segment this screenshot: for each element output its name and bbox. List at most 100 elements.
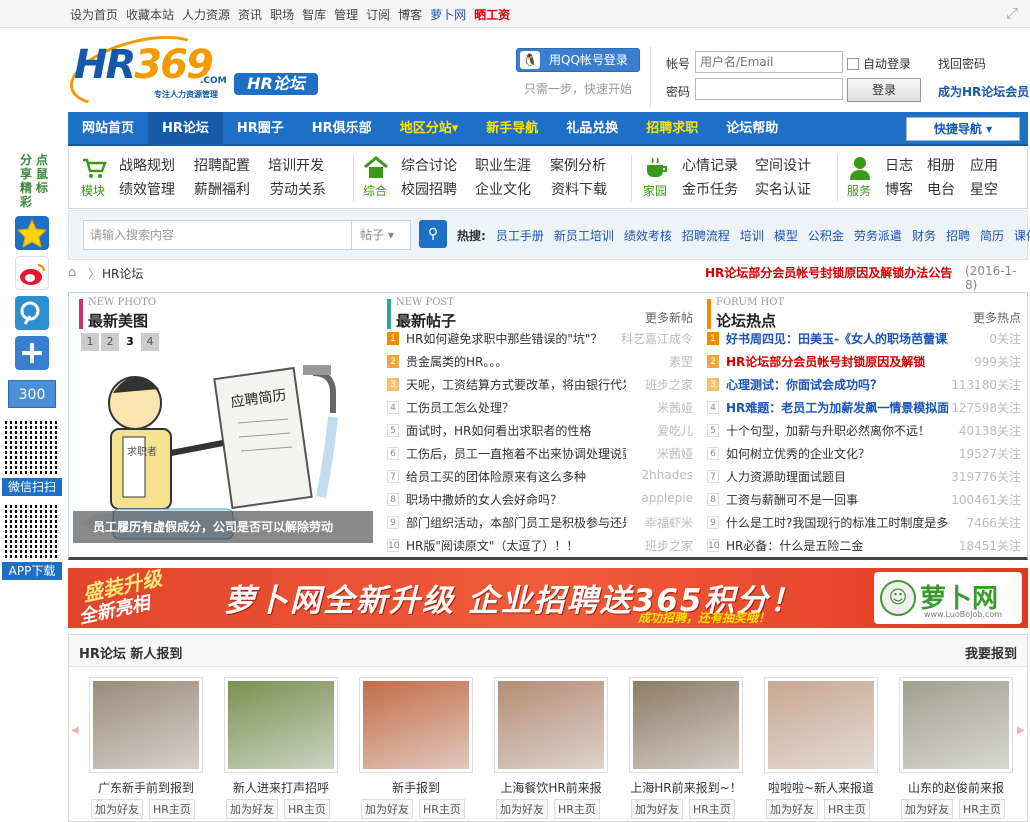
subnav-link[interactable]: 电台 — [927, 179, 955, 199]
list-item[interactable]: 4 工伤员工怎么处理？ 米茜娅 — [387, 398, 701, 420]
add-friend-button[interactable]: 加为好友 — [901, 799, 953, 819]
item-author[interactable]: 米茜娅 — [657, 399, 693, 416]
breadcrumb-current[interactable]: HR论坛 — [102, 265, 143, 282]
list-item[interactable]: 1 好书周四见：田美玉-《女人的职场芭蕾课》 0关注 — [707, 329, 1021, 351]
avatar[interactable] — [89, 677, 203, 773]
list-item[interactable]: 3 心理测试：你面试会成功吗？ 113180关注 — [707, 375, 1021, 397]
add-friend-button[interactable]: 加为好友 — [496, 799, 548, 819]
app-download-label[interactable]: APP下载 — [2, 562, 62, 580]
subnav-link[interactable]: 战略规划 — [119, 155, 175, 175]
more-share-icon[interactable] — [15, 336, 49, 370]
nav-newbie[interactable]: 新手导航 — [472, 112, 552, 146]
item-author[interactable]: 班步之家 — [645, 376, 693, 393]
item-title[interactable]: 职场中撒娇的女人会好命吗？ — [406, 491, 562, 508]
list-item[interactable]: 2 HR论坛部分会员帐号封锁原因及解锁 999关注 — [707, 352, 1021, 374]
qzone-star-icon[interactable] — [15, 216, 49, 250]
hr-home-button[interactable]: HR主页 — [824, 799, 870, 819]
top-link[interactable]: 订阅 — [366, 6, 390, 23]
subnav-link[interactable]: 空间设计 — [755, 155, 811, 175]
newbie-name[interactable]: 啦啦啦~新人来报道 — [762, 779, 880, 796]
subnav-link[interactable]: 企业文化 — [475, 179, 531, 199]
item-title[interactable]: HR必备：什么是五险二金 — [726, 537, 863, 554]
newbie-name[interactable]: 上海HR前来报到~！ — [627, 779, 745, 796]
newbie-name[interactable]: 新人进来打声招呼 — [222, 779, 340, 796]
nav-gift[interactable]: 礼品兑换 — [552, 112, 632, 146]
photo-slider[interactable]: 1 2 3 4 应聘简历 求职者 员工履历有虚假成分，公司是否可以解除劳动 — [73, 333, 373, 551]
nav-forum[interactable]: HR论坛 — [148, 112, 223, 146]
list-item[interactable]: 6 工伤后，员工一直拖着不出来协调处理说要等 米茜娅 — [387, 444, 701, 466]
qq-login-button[interactable]: 🐧 用QQ帐号登录 — [516, 48, 640, 72]
announcement-link[interactable]: HR论坛部分会员帐号封锁原因及解锁办法公告 — [705, 264, 952, 281]
luobo-link[interactable]: 萝卜网 — [430, 6, 466, 23]
subnav-link[interactable]: 资料下载 — [551, 179, 607, 199]
hr-home-button[interactable]: HR主页 — [959, 799, 1005, 819]
top-link[interactable]: 资讯 — [238, 6, 262, 23]
item-title[interactable]: 贵金属类的HR。。。 — [406, 353, 507, 370]
item-title[interactable]: HR难题：老员工为加薪发飙一情景模拟面 — [726, 399, 948, 416]
nav-home[interactable]: 网站首页 — [68, 112, 148, 146]
list-item[interactable]: 4 HR难题：老员工为加薪发飙一情景模拟面 127598关注 — [707, 398, 1021, 420]
add-friend-button[interactable]: 加为好友 — [766, 799, 818, 819]
avatar[interactable] — [224, 677, 338, 773]
hr-home-button[interactable]: HR主页 — [284, 799, 330, 819]
subnav-link[interactable]: 劳动关系 — [270, 179, 326, 199]
item-title[interactable]: 工资与薪酬可不是一回事 — [726, 491, 858, 508]
avatar[interactable] — [494, 677, 608, 773]
nav-club[interactable]: HR俱乐部 — [298, 112, 386, 146]
weibo-icon[interactable] — [15, 256, 49, 290]
subnav-link[interactable]: 职业生涯 — [475, 155, 531, 175]
list-item[interactable]: 5 面试时，HR如何看出求职者的性格 爱吃儿 — [387, 421, 701, 443]
item-author[interactable]: applepie — [641, 491, 693, 505]
search-type-select[interactable]: 帖子 ▾ — [351, 220, 411, 250]
list-item[interactable]: 6 如何树立优秀的企业文化？ 19527关注 — [707, 444, 1021, 466]
top-link[interactable]: 博客 — [398, 6, 422, 23]
hr-home-button[interactable]: HR主页 — [689, 799, 735, 819]
item-title[interactable]: 人力资源助理面试题目 — [726, 468, 846, 485]
item-title[interactable]: 十个句型，加薪与升职必然离你不远！ — [726, 422, 930, 439]
list-item[interactable]: 2 贵金属类的HR。。。 素罡 — [387, 352, 701, 374]
avatar[interactable] — [899, 677, 1013, 773]
nav-region[interactable]: 地区分站▾ — [386, 112, 473, 146]
newbie-name[interactable]: 山东的赵俊前来报 — [897, 779, 1015, 796]
subnav-link[interactable]: 薪酬福利 — [194, 179, 250, 199]
hot-search-link[interactable]: 课件 — [1014, 227, 1030, 244]
newbie-name[interactable]: 新手报到 — [357, 779, 475, 796]
list-item[interactable]: 9 什么是工时?我国现行的标准工时制度是多少? 7466关注 — [707, 513, 1021, 535]
slider-caption[interactable]: 员工履历有虚假成分，公司是否可以解除劳动 — [73, 511, 373, 543]
auto-login-checkbox[interactable] — [847, 57, 859, 70]
hr-home-button[interactable]: HR主页 — [419, 799, 465, 819]
subnav-link[interactable]: 综合讨论 — [401, 155, 457, 175]
subnav-link[interactable]: 博客 — [885, 179, 913, 199]
item-title[interactable]: 心理测试：你面试会成功吗？ — [726, 376, 882, 393]
username-input[interactable] — [695, 51, 843, 73]
avatar[interactable] — [629, 677, 743, 773]
pager-item[interactable]: 3 — [121, 333, 139, 351]
pager-item[interactable]: 1 — [81, 333, 99, 351]
add-friend-button[interactable]: 加为好友 — [91, 799, 143, 819]
avatar[interactable] — [764, 677, 878, 773]
list-item[interactable]: 5 十个句型，加薪与升职必然离你不远！ 40138关注 — [707, 421, 1021, 443]
hot-search-link[interactable]: 劳务派遣 — [854, 227, 902, 244]
list-item[interactable]: 10 HR必备：什么是五险二金 18451关注 — [707, 536, 1021, 558]
hot-search-link[interactable]: 培训 — [740, 227, 764, 244]
hot-search-link[interactable]: 新员工培训 — [554, 227, 614, 244]
item-title[interactable]: HR版"阅读原文"（太逗了）！！ — [406, 537, 578, 554]
item-title[interactable]: 部门组织活动，本部门员工是积极参与还是看 — [406, 514, 626, 531]
item-author[interactable]: 爱吃儿 — [657, 422, 693, 439]
fullscreen-icon[interactable]: ⤢ — [1004, 5, 1020, 21]
list-item[interactable]: 8 职场中撒娇的女人会好命吗？ applepie — [387, 490, 701, 512]
pager-item[interactable]: 4 — [141, 333, 159, 351]
salary-link[interactable]: 晒工资 — [474, 6, 510, 23]
newbie-name[interactable]: 广东新手前到报到 — [87, 779, 205, 796]
subnav-link[interactable]: 实名认证 — [755, 179, 811, 199]
hot-search-link[interactable]: 员工手册 — [496, 227, 544, 244]
home-icon[interactable]: ⌂ — [68, 265, 82, 280]
top-link[interactable]: 职场 — [270, 6, 294, 23]
add-friend-button[interactable]: 加为好友 — [361, 799, 413, 819]
item-author[interactable]: 班步之家 — [645, 537, 693, 554]
nav-help[interactable]: 论坛帮助 — [712, 112, 792, 146]
subnav-link[interactable]: 金币任务 — [682, 179, 738, 199]
top-link[interactable]: 设为首页 — [70, 6, 118, 23]
nav-jobs[interactable]: 招聘求职 — [632, 112, 712, 146]
hot-search-link[interactable]: 招聘流程 — [682, 227, 730, 244]
